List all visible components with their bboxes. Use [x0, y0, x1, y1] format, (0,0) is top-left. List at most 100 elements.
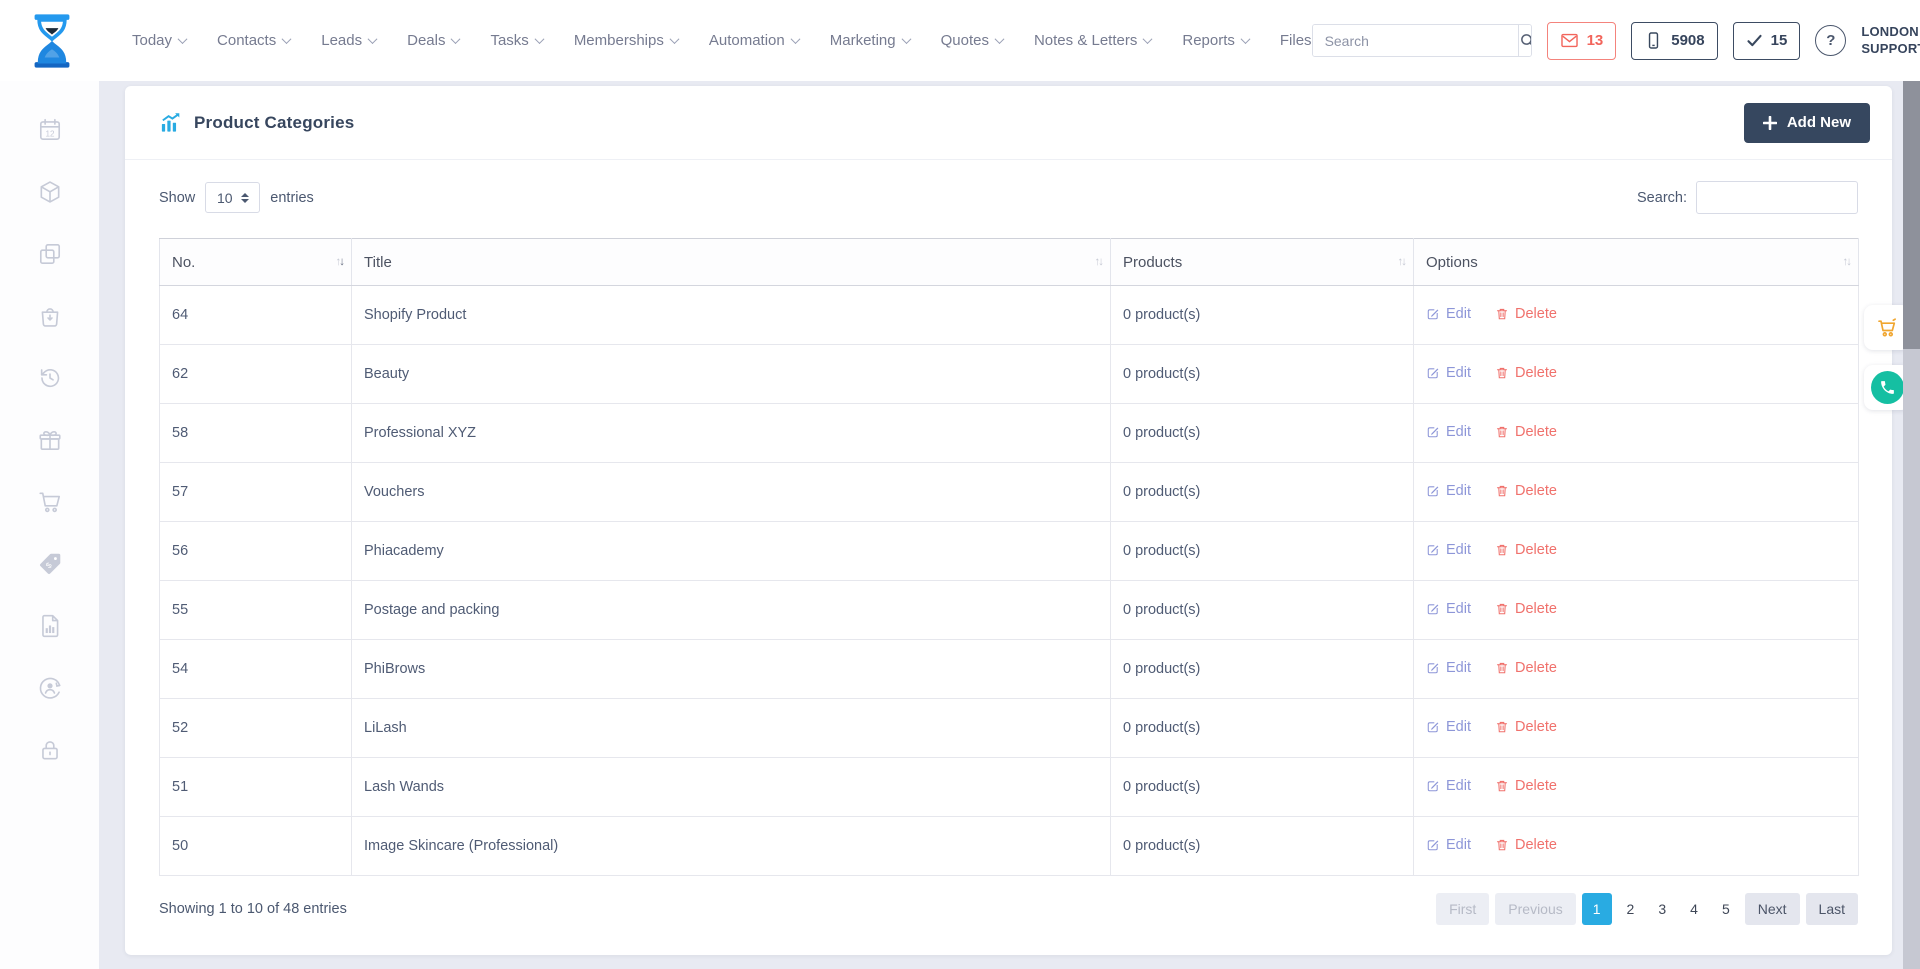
nav-item-notes-letters[interactable]: Notes & Letters — [1034, 32, 1151, 49]
products-count: 0 product(s) — [1111, 522, 1414, 581]
trash-icon — [1495, 720, 1509, 734]
delete-button[interactable]: Delete — [1495, 483, 1557, 499]
add-new-button[interactable]: Add New — [1744, 103, 1870, 143]
sidebar-item-calendar[interactable]: 12 — [35, 117, 65, 143]
delete-button[interactable]: Delete — [1495, 837, 1557, 853]
delete-button[interactable]: Delete — [1495, 778, 1557, 794]
delete-button[interactable]: Delete — [1495, 719, 1557, 735]
global-search-input[interactable] — [1313, 25, 1518, 56]
edit-button[interactable]: Edit — [1426, 837, 1471, 853]
mobile-phone-icon — [1644, 31, 1663, 50]
sidebar-item-history[interactable] — [35, 365, 65, 391]
edit-button[interactable]: Edit — [1426, 660, 1471, 676]
nav-item-deals[interactable]: Deals — [407, 32, 459, 49]
search-icon — [1519, 32, 1532, 50]
nav-item-leads[interactable]: Leads — [321, 32, 376, 49]
product-categories-card: Product Categories Add New Show 10 entri… — [125, 86, 1892, 955]
sidebar-item-pricing[interactable]: $ — [35, 551, 65, 577]
chevron-down-icon — [995, 34, 1005, 44]
nav-item-files[interactable]: Files — [1280, 32, 1312, 49]
row-number: 50 — [160, 817, 352, 876]
checkmark-icon — [1746, 32, 1763, 49]
delete-button[interactable]: Delete — [1495, 660, 1557, 676]
delete-button[interactable]: Delete — [1495, 365, 1557, 381]
sidebar-item-gifts[interactable] — [35, 427, 65, 453]
help-button[interactable]: ? — [1815, 25, 1846, 56]
pagination-page-4[interactable]: 4 — [1681, 893, 1707, 925]
pagination-last[interactable]: Last — [1806, 893, 1858, 925]
current-user-name: LONDONSUPPORT — [1861, 24, 1920, 57]
edit-icon — [1426, 720, 1440, 734]
sidebar-item-security[interactable] — [35, 737, 65, 763]
nav-item-marketing[interactable]: Marketing — [830, 32, 910, 49]
column-header-products[interactable]: Products↑↓ — [1111, 239, 1414, 286]
search-button[interactable] — [1518, 25, 1532, 56]
sidebar-item-orders[interactable] — [35, 303, 65, 329]
delete-button[interactable]: Delete — [1495, 601, 1557, 617]
scrollbar-thumb[interactable] — [1903, 81, 1920, 349]
pagination-first[interactable]: First — [1436, 893, 1489, 925]
sidebar-item-copy[interactable] — [35, 241, 65, 267]
options-cell: Edit Delete — [1414, 286, 1859, 345]
copy-icon — [37, 241, 63, 267]
products-count: 0 product(s) — [1111, 463, 1414, 522]
nav-item-memberships[interactable]: Memberships — [574, 32, 678, 49]
sort-icon: ↑↓ — [336, 256, 344, 268]
sidebar-item-products[interactable] — [35, 179, 65, 205]
main-nav: Today Contacts Leads Deals Tasks Members… — [132, 32, 1312, 49]
app-logo-hourglass-icon[interactable] — [30, 13, 74, 69]
trash-icon — [1495, 661, 1509, 675]
nav-item-tasks[interactable]: Tasks — [490, 32, 542, 49]
edit-button[interactable]: Edit — [1426, 601, 1471, 617]
pagination-page-1[interactable]: 1 — [1582, 893, 1612, 925]
column-header-no[interactable]: No.↑↓ — [160, 239, 352, 286]
nav-item-automation[interactable]: Automation — [709, 32, 799, 49]
products-count: 0 product(s) — [1111, 404, 1414, 463]
products-count: 0 product(s) — [1111, 286, 1414, 345]
nav-item-reports[interactable]: Reports — [1182, 32, 1249, 49]
trash-icon — [1495, 484, 1509, 498]
mail-notifications-badge[interactable]: 13 — [1547, 22, 1617, 60]
sort-icon: ↑↓ — [1398, 256, 1406, 268]
table-row: 55 Postage and packing 0 product(s) Edit… — [160, 581, 1859, 640]
delete-button[interactable]: Delete — [1495, 424, 1557, 440]
vertical-scrollbar[interactable] — [1903, 81, 1920, 969]
entries-summary: Showing 1 to 10 of 48 entries — [159, 901, 347, 917]
pagination-page-3[interactable]: 3 — [1649, 893, 1675, 925]
delete-button[interactable]: Delete — [1495, 306, 1557, 322]
sidebar-item-account[interactable] — [35, 675, 65, 701]
column-header-options[interactable]: Options↑↓ — [1414, 239, 1859, 286]
edit-button[interactable]: Edit — [1426, 424, 1471, 440]
edit-button[interactable]: Edit — [1426, 483, 1471, 499]
edit-button[interactable]: Edit — [1426, 542, 1471, 558]
sidebar-item-reports[interactable] — [35, 613, 65, 639]
calls-badge[interactable]: 5908 — [1631, 22, 1717, 60]
tasks-badge[interactable]: 15 — [1733, 22, 1801, 60]
trash-icon — [1495, 602, 1509, 616]
column-header-title[interactable]: Title↑↓ — [352, 239, 1111, 286]
table-search-input[interactable] — [1696, 181, 1858, 214]
pagination-previous[interactable]: Previous — [1495, 893, 1575, 925]
nav-item-today[interactable]: Today — [132, 32, 186, 49]
category-title: Vouchers — [352, 463, 1111, 522]
page-length-select[interactable]: 10 — [205, 182, 260, 213]
history-icon — [37, 365, 63, 391]
edit-button[interactable]: Edit — [1426, 719, 1471, 735]
chevron-down-icon — [1143, 34, 1153, 44]
category-title: Professional XYZ — [352, 404, 1111, 463]
sidebar-item-cart[interactable] — [35, 489, 65, 515]
category-title: Lash Wands — [352, 758, 1111, 817]
pagination-page-5[interactable]: 5 — [1713, 893, 1739, 925]
products-count: 0 product(s) — [1111, 699, 1414, 758]
edit-icon — [1426, 838, 1440, 852]
nav-item-contacts[interactable]: Contacts — [217, 32, 290, 49]
pagination-next[interactable]: Next — [1745, 893, 1800, 925]
trash-icon — [1495, 779, 1509, 793]
edit-button[interactable]: Edit — [1426, 306, 1471, 322]
edit-button[interactable]: Edit — [1426, 365, 1471, 381]
nav-item-quotes[interactable]: Quotes — [941, 32, 1003, 49]
bag-icon — [37, 303, 63, 329]
delete-button[interactable]: Delete — [1495, 542, 1557, 558]
edit-button[interactable]: Edit — [1426, 778, 1471, 794]
pagination-page-2[interactable]: 2 — [1618, 893, 1644, 925]
